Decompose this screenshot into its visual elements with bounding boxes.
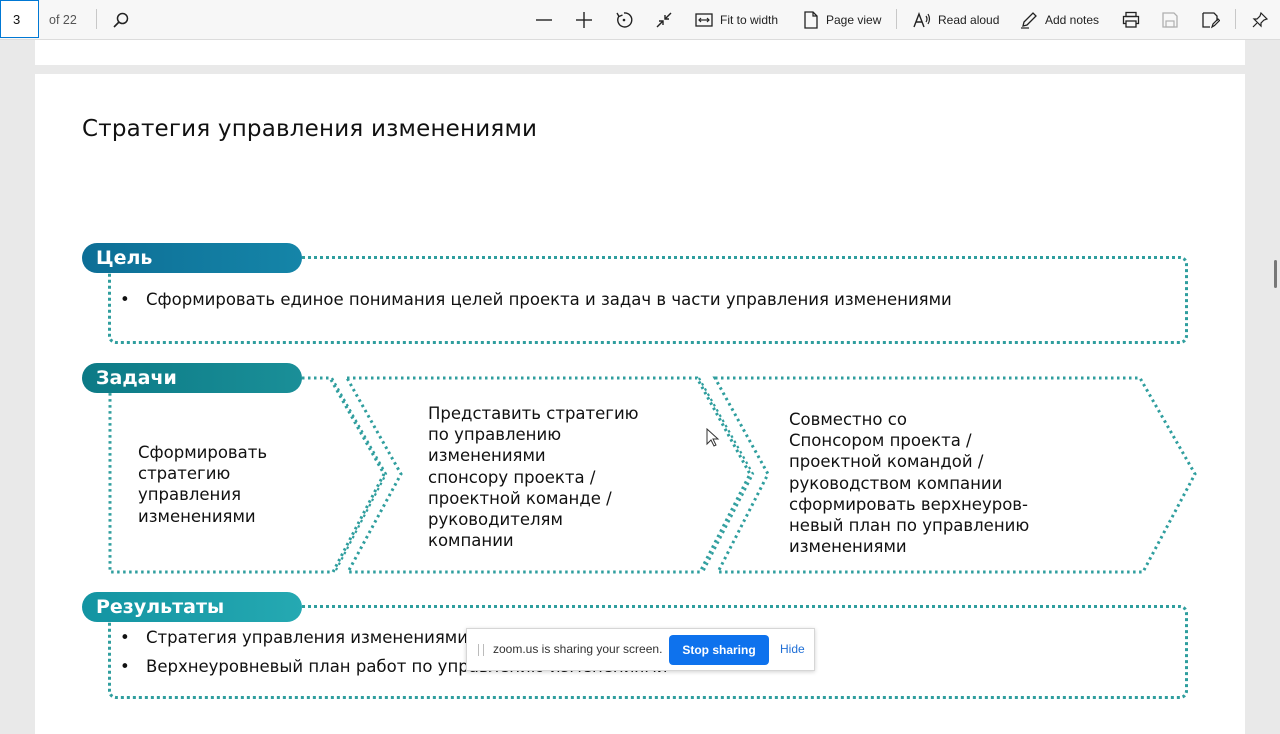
task-step-3-text: Совместно со Спонсором проекта / проектн… [789, 409, 1029, 557]
print-button[interactable] [1122, 0, 1140, 39]
toolbar-divider [1235, 9, 1236, 29]
page-icon [804, 10, 818, 29]
task-text-line: изменениями [138, 506, 256, 526]
fit-to-width-button[interactable]: Fit to width [695, 0, 778, 39]
toolbar-divider [896, 9, 897, 29]
collapse-arrows-icon [656, 12, 672, 27]
search-icon [113, 12, 129, 28]
zoom-out-button[interactable] [535, 0, 553, 39]
task-text-line: управления [138, 485, 241, 505]
tasks-header: Задачи [82, 363, 302, 393]
bullet-dot: • [120, 628, 130, 647]
task-text-line: невый план по управлению [789, 516, 1030, 536]
task-text-line: руководством компании [789, 473, 1003, 493]
page-number-input[interactable]: 3 [0, 0, 39, 38]
task-text-line: Спонсором проекта / [789, 431, 972, 451]
bullet-dot: • [120, 657, 130, 676]
fit-width-icon [695, 12, 713, 27]
task-text-line: по управлению [428, 425, 562, 445]
zoom-sharing-message: zoom.us is sharing your screen. [493, 642, 663, 656]
drag-handle-icon[interactable] [478, 644, 484, 656]
pen-icon [1021, 11, 1037, 29]
task-text-line: компании [428, 531, 514, 551]
task-text-line: руководителям [428, 510, 563, 530]
scrollbar-thumb[interactable] [1274, 260, 1277, 288]
save-as-icon [1202, 11, 1220, 28]
fit-page-button[interactable] [655, 0, 673, 39]
task-text-line: проектной командой / [789, 452, 984, 472]
rotate-button[interactable] [615, 0, 633, 39]
hide-button[interactable]: Hide [780, 642, 805, 656]
task-text-line: спонсору проекта / [428, 467, 596, 487]
stop-sharing-button[interactable]: Stop sharing [669, 635, 769, 665]
task-text-line: Представить стратегию [428, 404, 639, 423]
task-step-2-text: Представить стратегию по управлению изме… [428, 403, 639, 551]
results-bullet-1: • Стратегия управления изменениями [120, 628, 468, 647]
zoom-sharing-bar: zoom.us is sharing your screen. Stop sha… [466, 628, 815, 671]
add-notes-button[interactable]: Add notes [1020, 0, 1099, 39]
task-text-line: стратегию [138, 464, 231, 484]
read-aloud-button[interactable]: Read aloud [913, 0, 999, 39]
toolbar-divider [96, 9, 97, 29]
previous-page-edge [35, 40, 1245, 65]
task-text-line: сформировать верхнеуров- [789, 494, 1028, 514]
pdf-toolbar: 3 of 22 Fit to width Page view Read alou… [0, 0, 1280, 40]
pin-toolbar-button[interactable] [1252, 0, 1268, 39]
task-text-line: Сформировать [138, 443, 268, 462]
results-header: Результаты [82, 592, 302, 622]
results-bullet-text: Стратегия управления изменениями [146, 628, 468, 647]
mouse-cursor-icon [706, 428, 720, 447]
fit-to-width-label: Fit to width [720, 12, 779, 27]
printer-icon [1122, 11, 1140, 28]
pin-icon [1252, 11, 1268, 27]
task-text-line: изменениями [789, 537, 907, 557]
task-text-line: изменениями [428, 446, 546, 466]
save-as-button[interactable] [1202, 0, 1220, 39]
task-text-line: проектной команде / [428, 488, 612, 508]
page-count-label: of 22 [49, 12, 77, 27]
read-aloud-label: Read aloud [938, 12, 1000, 27]
search-button[interactable] [112, 0, 130, 39]
zoom-in-button[interactable] [575, 0, 593, 39]
plus-icon [576, 11, 592, 28]
page-view-button[interactable]: Page view [803, 0, 881, 39]
read-aloud-icon [913, 11, 931, 27]
page-view-label: Page view [826, 12, 882, 27]
minus-icon [536, 18, 552, 21]
task-text-line: Совместно со [789, 410, 907, 429]
save-icon [1162, 11, 1178, 28]
add-notes-label: Add notes [1045, 12, 1100, 27]
rotate-icon [616, 11, 633, 28]
save-button[interactable] [1162, 0, 1178, 39]
task-step-1-text: Сформировать стратегию управления измене… [138, 442, 267, 527]
